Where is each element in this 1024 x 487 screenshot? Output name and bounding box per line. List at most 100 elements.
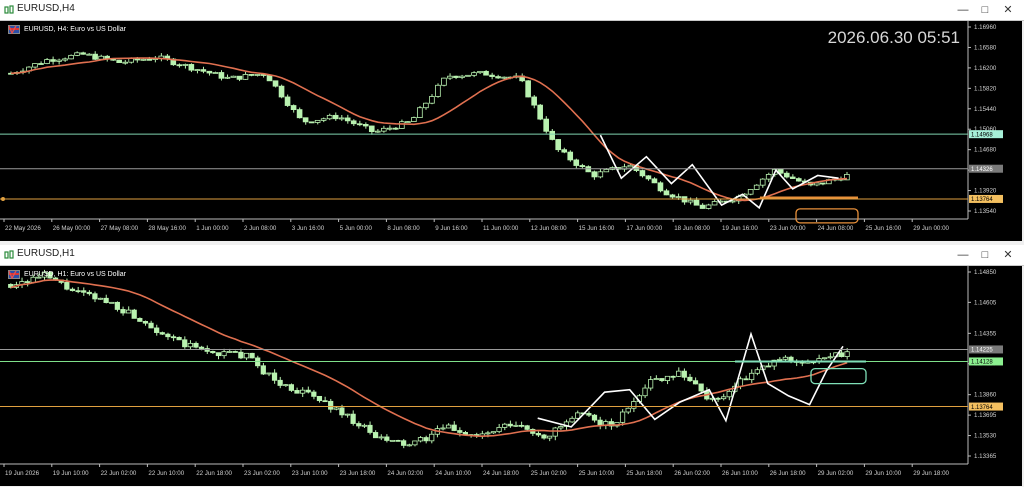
candle-body — [193, 342, 199, 348]
x-tick-label: 29 Jun 10:00 — [865, 470, 901, 477]
candle-body — [176, 336, 182, 341]
candle-body — [663, 190, 670, 196]
candle-body — [140, 58, 147, 61]
candle-body — [32, 63, 38, 68]
candle-body — [603, 169, 610, 173]
candle-body — [64, 282, 70, 290]
candle-body — [675, 196, 682, 199]
x-tick-label: 23 Jun 00:00 — [770, 225, 806, 232]
rectangle-object[interactable] — [810, 367, 867, 385]
candle-body — [453, 75, 459, 78]
x-tick-label: 29 Jun 02:00 — [818, 470, 854, 477]
candle-body — [429, 96, 435, 104]
candle-body — [659, 378, 665, 382]
price-chart-h1[interactable]: 1.148501.146051.143551.141101.138601.136… — [0, 266, 1022, 486]
rectangle-object[interactable] — [795, 208, 859, 224]
price-chart-h4[interactable]: 1.16960 1.16580 1.16200 1.15820 1.15440 1.150… — [0, 21, 1022, 241]
candle-body — [109, 301, 115, 304]
candle-body — [405, 121, 411, 123]
candle-body — [531, 96, 537, 106]
candle-body — [236, 75, 243, 80]
candle-body — [182, 64, 189, 66]
candle-body — [206, 70, 213, 74]
x-tick-label: 25 Jun 18:00 — [626, 470, 662, 477]
y-tick-label: 1.16960 — [974, 24, 997, 31]
candle-body — [271, 372, 278, 381]
chart-icon — [4, 5, 14, 14]
candle-body — [447, 75, 453, 79]
candle-body — [838, 352, 845, 357]
candle-body — [170, 336, 177, 339]
candle-body — [339, 407, 345, 416]
candle-body — [120, 309, 126, 314]
maximize-icon[interactable]: □ — [977, 2, 993, 18]
candle-body — [782, 356, 788, 360]
candle-body — [524, 425, 530, 430]
candle-body — [591, 171, 598, 178]
x-tick-label: 23 Jun 10:00 — [292, 470, 328, 477]
candle-body — [44, 59, 50, 64]
candle-body — [56, 59, 62, 62]
candle-body — [218, 72, 225, 79]
candle-body — [114, 301, 120, 310]
candle-body — [558, 426, 564, 429]
close-icon[interactable]: ✕ — [1000, 247, 1016, 263]
candle-body — [711, 201, 718, 206]
candle-body — [765, 173, 772, 180]
candle-body — [490, 431, 497, 434]
window-titlebar[interactable]: EURUSD,H4 — □ ✕ — [0, 0, 1024, 21]
line-anchor-icon[interactable] — [1, 196, 5, 201]
candle-body — [159, 332, 165, 335]
chart-canvas[interactable]: 1.148501.146051.143551.141101.138601.136… — [0, 266, 1022, 486]
candle-body — [457, 430, 463, 433]
candle-body — [328, 400, 334, 410]
window-titlebar[interactable]: EURUSD,H1 — □ ✕ — [0, 245, 1024, 266]
y-tick-label: 1.14605 — [974, 299, 997, 306]
candle-body — [238, 351, 244, 359]
candle-body — [350, 413, 356, 424]
x-tick-label: 26 Jun 10:00 — [722, 470, 758, 477]
candle-body — [288, 384, 294, 391]
candle-body — [194, 69, 201, 71]
candle-body — [272, 80, 279, 87]
candle-body — [344, 117, 351, 122]
window-title: EURUSD,H4 — [17, 3, 75, 14]
candle-body — [176, 64, 183, 67]
candle-body — [820, 182, 826, 185]
indicator-icon — [8, 270, 17, 279]
candle-body — [639, 170, 646, 177]
candle-body — [182, 339, 188, 348]
chart-window-h1[interactable]: EURUSD,H1 — □ ✕ 1.14850 1.14605 1.14355 1.1… — [0, 245, 1024, 487]
candle-body — [350, 120, 357, 125]
candle-body — [549, 130, 555, 140]
candle-body — [86, 53, 92, 56]
candle-body — [374, 130, 381, 133]
candle-body — [333, 407, 339, 410]
candle-body — [230, 75, 237, 78]
close-icon[interactable]: ✕ — [1000, 2, 1016, 18]
candle-body — [642, 387, 648, 397]
y-tick-label: 1.15820 — [974, 85, 997, 92]
maximize-icon[interactable]: □ — [977, 247, 993, 263]
candle-body — [648, 379, 654, 389]
candle-body — [322, 400, 328, 403]
x-tick-label: 3 Jun 16:00 — [292, 225, 325, 232]
x-tick-label: 24 Jun 18:00 — [483, 470, 519, 477]
candle-body — [314, 119, 321, 123]
x-tick-label: 9 Jun 16:00 — [435, 225, 468, 232]
minimize-icon[interactable]: — — [955, 247, 971, 263]
candle-body — [80, 52, 86, 55]
y-tick-label: 1.14680 — [974, 147, 997, 154]
candle-body — [669, 194, 676, 198]
minimize-icon[interactable]: — — [955, 2, 971, 18]
candle-body — [502, 423, 508, 428]
chart-canvas[interactable]: 1.169601.165801.162001.158201.154401.150… — [0, 21, 1022, 241]
candle-body — [308, 121, 315, 124]
candle-body — [483, 70, 489, 76]
candle-body — [705, 204, 712, 209]
candle-body — [631, 401, 637, 409]
x-tick-label: 28 May 16:00 — [148, 225, 186, 232]
candle-body — [513, 424, 519, 427]
candle-body — [188, 64, 195, 71]
chart-window-h4[interactable]: EURUSD,H4 — □ ✕ 1.16960 1.16580 1.16200 1.1… — [0, 0, 1024, 242]
